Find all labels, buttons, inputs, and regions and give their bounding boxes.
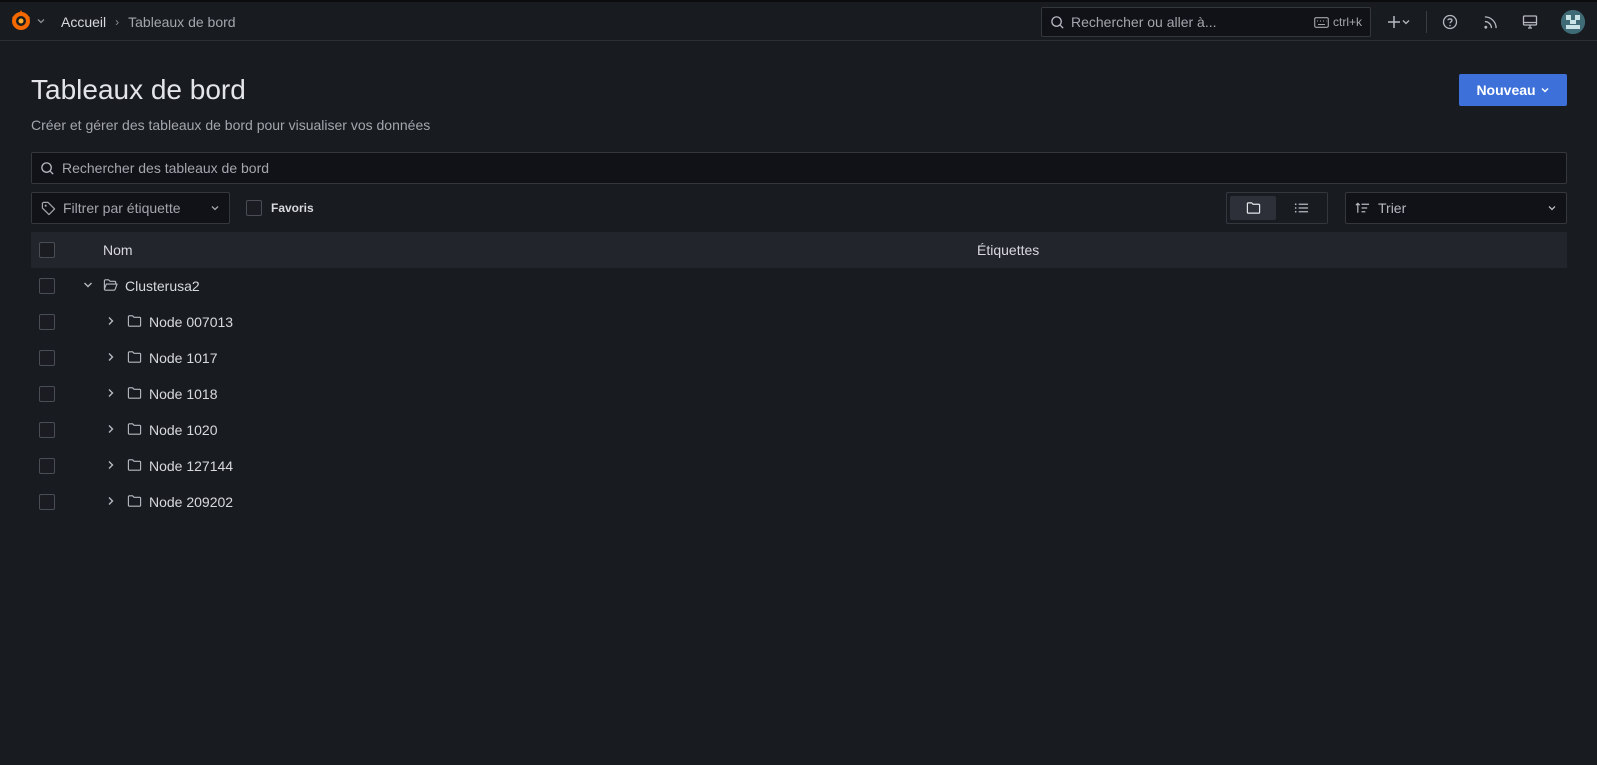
table-row[interactable]: Node 209202 xyxy=(31,484,1567,520)
breadcrumb-home-link[interactable]: Accueil xyxy=(61,14,106,30)
home-menu-button[interactable] xyxy=(9,9,46,33)
keyboard-icon xyxy=(1314,16,1329,28)
breadcrumb-separator-icon: › xyxy=(115,15,120,29)
monitor-icon xyxy=(1522,14,1538,30)
view-toggle xyxy=(1226,192,1328,224)
chevron-right-icon[interactable] xyxy=(104,386,118,400)
folder-name[interactable]: Node 127144 xyxy=(149,458,233,474)
favorites-label: Favoris xyxy=(271,201,314,215)
chevron-right-icon[interactable] xyxy=(104,494,118,508)
table-row[interactable]: Node 1018 xyxy=(31,376,1567,412)
favorites-checkbox[interactable] xyxy=(246,200,262,216)
grafana-logo-icon xyxy=(9,9,33,33)
folder-name[interactable]: Node 1018 xyxy=(149,386,218,402)
row-checkbox[interactable] xyxy=(39,422,55,438)
page-subtitle: Créer et gérer des tableaux de bord pour… xyxy=(31,117,431,133)
tag-filter-label: Filtrer par étiquette xyxy=(63,200,181,216)
news-feed-button[interactable] xyxy=(1477,9,1503,35)
dashboard-search-placeholder: Rechercher des tableaux de bord xyxy=(62,160,270,176)
new-button-label: Nouveau xyxy=(1476,82,1536,98)
kiosk-mode-button[interactable] xyxy=(1517,9,1543,35)
breadcrumb: Accueil › Tableaux de bord xyxy=(61,14,236,30)
folder-name[interactable]: Node 209202 xyxy=(149,494,233,510)
table-row[interactable]: Clusterusa2 xyxy=(31,268,1567,304)
row-checkbox[interactable] xyxy=(39,458,55,474)
shortcut-label: ctrl+k xyxy=(1332,15,1362,29)
rss-icon xyxy=(1483,15,1498,30)
new-dashboard-button[interactable]: Nouveau xyxy=(1459,74,1567,106)
search-icon xyxy=(40,161,55,176)
chevron-right-icon[interactable] xyxy=(104,314,118,328)
breadcrumb-current: Tableaux de bord xyxy=(128,14,236,30)
add-new-button[interactable] xyxy=(1382,9,1416,35)
top-actions xyxy=(1382,9,1543,35)
chevron-right-icon[interactable] xyxy=(104,350,118,364)
table-row[interactable]: Node 127144 xyxy=(31,448,1567,484)
sort-label: Trier xyxy=(1378,200,1407,216)
table-row[interactable]: Node 1020 xyxy=(31,412,1567,448)
row-checkbox[interactable] xyxy=(39,350,55,366)
page-title: Tableaux de bord xyxy=(31,74,246,105)
sort-icon xyxy=(1355,202,1370,214)
sort-select[interactable]: Trier xyxy=(1345,192,1567,224)
table-row[interactable]: Node 1017 xyxy=(31,340,1567,376)
global-search-placeholder: Rechercher ou aller à... xyxy=(1071,14,1217,30)
chevron-down-icon xyxy=(210,203,220,213)
folder-icon xyxy=(127,350,142,364)
chevron-down-icon xyxy=(1540,85,1550,95)
folder-name[interactable]: Node 007013 xyxy=(149,314,233,330)
table-header: Nom Étiquettes xyxy=(31,232,1567,268)
help-button[interactable] xyxy=(1437,9,1463,35)
folder-name[interactable]: Clusterusa2 xyxy=(125,278,200,294)
divider xyxy=(1426,11,1427,33)
chevron-down-icon xyxy=(36,16,46,26)
row-checkbox[interactable] xyxy=(39,386,55,402)
list-view-button[interactable] xyxy=(1278,196,1324,220)
tag-icon xyxy=(41,201,56,216)
help-icon xyxy=(1442,14,1458,30)
chevron-right-icon[interactable] xyxy=(104,422,118,436)
plus-icon xyxy=(1387,15,1401,29)
dashboard-search-input[interactable]: Rechercher des tableaux de bord xyxy=(31,152,1567,184)
list-icon xyxy=(1294,202,1309,214)
folder-icon xyxy=(127,458,142,472)
table-row[interactable]: Node 007013 xyxy=(31,304,1567,340)
chevron-down-icon xyxy=(1401,17,1411,27)
favorites-filter[interactable]: Favoris xyxy=(246,200,314,216)
folder-icon xyxy=(1246,201,1261,215)
row-checkbox[interactable] xyxy=(39,494,55,510)
folder-icon xyxy=(127,314,142,328)
user-avatar[interactable] xyxy=(1561,10,1585,34)
folder-icon xyxy=(127,422,142,436)
chevron-right-icon[interactable] xyxy=(104,458,118,472)
row-checkbox[interactable] xyxy=(39,278,55,294)
chevron-down-icon xyxy=(1547,203,1557,213)
top-navigation-bar: Accueil › Tableaux de bord Rechercher ou… xyxy=(0,2,1597,41)
chevron-down-icon[interactable] xyxy=(81,278,95,292)
folder-icon xyxy=(127,386,142,400)
column-header-tags: Étiquettes xyxy=(977,242,1040,258)
row-checkbox[interactable] xyxy=(39,314,55,330)
column-header-name: Nom xyxy=(103,242,133,258)
folder-view-button[interactable] xyxy=(1230,196,1276,220)
keyboard-shortcut: ctrl+k xyxy=(1314,15,1362,29)
global-search-input[interactable]: Rechercher ou aller à... ctrl+k xyxy=(1041,7,1371,37)
tag-filter-select[interactable]: Filtrer par étiquette xyxy=(31,192,230,224)
search-icon xyxy=(1050,15,1065,30)
folder-icon xyxy=(127,494,142,508)
folder-open-icon xyxy=(103,278,118,292)
select-all-checkbox[interactable] xyxy=(39,242,55,258)
folder-name[interactable]: Node 1020 xyxy=(149,422,218,438)
folder-name[interactable]: Node 1017 xyxy=(149,350,218,366)
